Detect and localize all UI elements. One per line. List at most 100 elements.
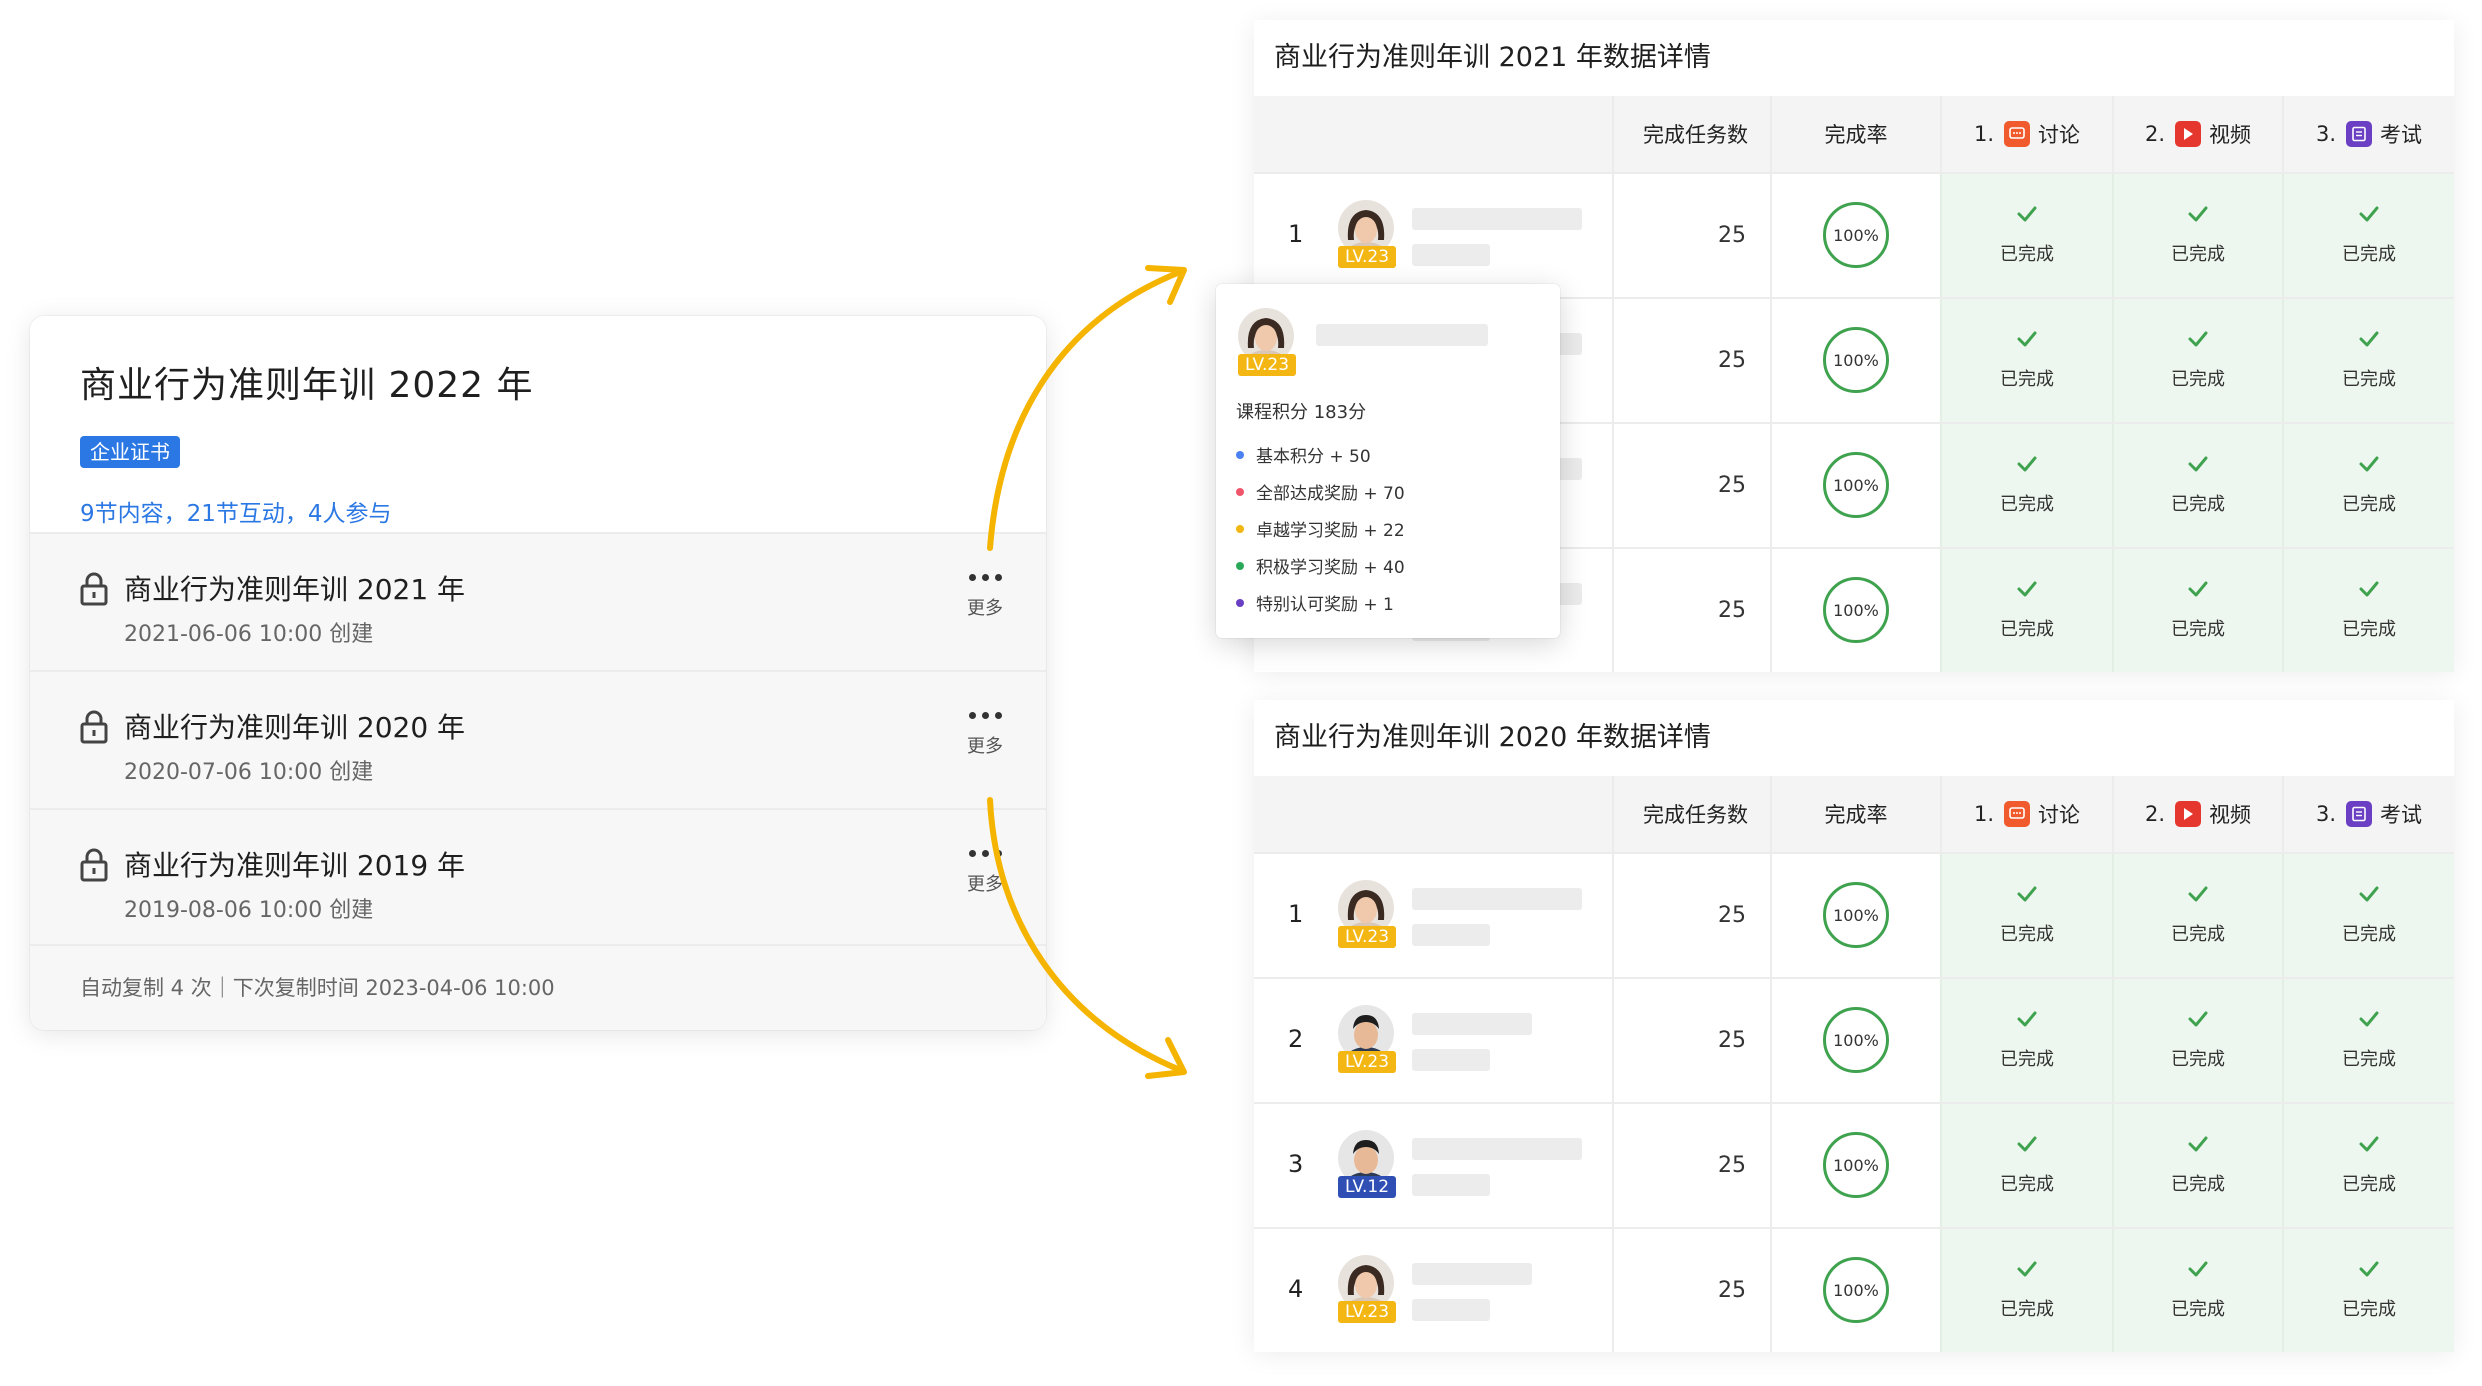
- discussion-icon: [2004, 121, 2031, 147]
- rate-cell: 100%: [1770, 299, 1940, 422]
- rate-cell: 100%: [1770, 1229, 1940, 1352]
- dot-icon: [1236, 487, 1244, 496]
- score-item: 特别认可奖励 + 1: [1236, 584, 1405, 621]
- version-title[interactable]: 商业行为准则年训 2021 年: [124, 568, 465, 608]
- table-row[interactable]: 1 LV.23 25 100% 已完成 已完成 已完成: [1254, 172, 2454, 297]
- exam-status: 已完成: [2282, 549, 2454, 672]
- dot-icon: [1236, 598, 1244, 607]
- check-icon: [2017, 1136, 2037, 1152]
- video-status: 已完成: [2112, 549, 2282, 672]
- tasks-cell: 25: [1612, 979, 1770, 1102]
- video-icon: [2175, 801, 2202, 827]
- more-button[interactable]: 更多: [960, 708, 1010, 758]
- level-badge: LV.23: [1338, 1301, 1396, 1323]
- rank: 4: [1288, 1275, 1304, 1303]
- dot-icon: [1236, 524, 1244, 533]
- auto-copy-footer: 自动复制 4 次｜下次复制时间 2023-04-06 10:00: [30, 944, 1046, 1030]
- tasks-cell: 25: [1612, 299, 1770, 422]
- version-title[interactable]: 商业行为准则年训 2019 年: [124, 844, 465, 884]
- table-row[interactable]: 2 LV.23 25 100% 已完成 已完成 已完成: [1254, 977, 2454, 1102]
- score-item-label: 全部达成奖励 + 70: [1256, 484, 1405, 504]
- arrowhead-top: [1145, 265, 1187, 305]
- dot-icon: [1236, 450, 1244, 459]
- tasks-cell: 25: [1612, 549, 1770, 672]
- more-label: 更多: [967, 736, 1003, 757]
- col-exam[interactable]: 3. 考试: [2282, 96, 2454, 172]
- check-icon: [2188, 1011, 2208, 1027]
- version-item-2019[interactable]: 商业行为准则年训 2019 年 2019-08-06 10:00 创建 更多: [30, 808, 1046, 946]
- tasks-cell: 25: [1612, 174, 1770, 297]
- version-created: 2019-08-06 10:00 创建: [124, 898, 374, 923]
- progress-ring: 100%: [1823, 202, 1889, 268]
- check-icon: [2359, 1261, 2379, 1277]
- table-row[interactable]: 1 LV.23 25 100% 已完成 已完成 已完成: [1254, 852, 2454, 977]
- table-header: 完成任务数 完成率 1. 讨论 2. 视频 3. 考试: [1254, 776, 2454, 852]
- data-table: 完成任务数 完成率 1. 讨论 2. 视频 3. 考试 1 LV.23 25 100% 已完成 已完成 已完…: [1254, 776, 2454, 1352]
- version-title[interactable]: 商业行为准则年训 2020 年: [124, 706, 465, 746]
- check-icon: [2188, 1261, 2208, 1277]
- progress-ring: 100%: [1823, 577, 1889, 643]
- rate-cell: 100%: [1770, 1104, 1940, 1227]
- course-score: 课程积分 183分: [1236, 402, 1367, 423]
- rank: 1: [1288, 220, 1304, 248]
- rank: 3: [1288, 1150, 1304, 1178]
- table-row[interactable]: 4 LV.23 25 100% 已完成 已完成 已完成: [1254, 1227, 2454, 1352]
- more-label: 更多: [967, 598, 1003, 619]
- col-video[interactable]: 2. 视频: [2112, 96, 2282, 172]
- col-rate[interactable]: 完成率: [1770, 96, 1940, 172]
- col-discussion[interactable]: 1. 讨论: [1940, 776, 2112, 852]
- more-icon: [960, 708, 1010, 722]
- course-title: 商业行为准则年训 2022 年: [80, 365, 534, 406]
- user-cell[interactable]: 4 LV.23: [1254, 1229, 1612, 1352]
- discussion-status: 已完成: [1940, 854, 2112, 977]
- user-cell[interactable]: 2 LV.23: [1254, 979, 1612, 1102]
- score-item: 积极学习奖励 + 40: [1236, 547, 1405, 584]
- dept-placeholder: [1412, 1174, 1490, 1196]
- rate-cell: 100%: [1770, 854, 1940, 977]
- table-header: 完成任务数 完成率 1. 讨论 2. 视频 3. 考试: [1254, 96, 2454, 172]
- video-status: 已完成: [2112, 424, 2282, 547]
- name-placeholder: [1316, 324, 1488, 346]
- more-label: 更多: [967, 874, 1003, 895]
- level-badge: LV.23: [1338, 926, 1396, 948]
- user-cell[interactable]: 3 LV.12: [1254, 1104, 1612, 1227]
- exam-status: 已完成: [2282, 854, 2454, 977]
- progress-ring: 100%: [1823, 1007, 1889, 1073]
- col-discussion[interactable]: 1. 讨论: [1940, 96, 2112, 172]
- version-item-2020[interactable]: 商业行为准则年训 2020 年 2020-07-06 10:00 创建 更多: [30, 670, 1046, 808]
- col-tasks[interactable]: 完成任务数: [1612, 776, 1770, 852]
- panel-title: 商业行为准则年训 2021 年数据详情: [1274, 42, 1711, 73]
- version-item-2021[interactable]: 商业行为准则年训 2021 年 2021-06-06 10:00 创建 更多: [30, 532, 1046, 670]
- discussion-status: 已完成: [1940, 174, 2112, 297]
- exam-status: 已完成: [2282, 1104, 2454, 1227]
- progress-ring: 100%: [1823, 1132, 1889, 1198]
- video-icon: [2175, 121, 2202, 147]
- video-status: 已完成: [2112, 854, 2282, 977]
- check-icon: [2359, 886, 2379, 902]
- course-stats: 9节内容，21节互动，4人参与: [80, 501, 392, 527]
- more-button[interactable]: 更多: [960, 846, 1010, 896]
- discussion-icon: [2004, 801, 2031, 827]
- exam-status: 已完成: [2282, 299, 2454, 422]
- check-icon: [2188, 456, 2208, 472]
- check-icon: [2188, 886, 2208, 902]
- progress-ring: 100%: [1823, 1257, 1889, 1323]
- score-item-label: 基本积分 + 50: [1256, 447, 1371, 467]
- lock-icon: [80, 572, 108, 606]
- col-video[interactable]: 2. 视频: [2112, 776, 2282, 852]
- user-cell[interactable]: 1 LV.23: [1254, 174, 1612, 297]
- score-item-label: 积极学习奖励 + 40: [1256, 558, 1405, 578]
- table-row[interactable]: 3 LV.12 25 100% 已完成 已完成 已完成: [1254, 1102, 2454, 1227]
- video-status: 已完成: [2112, 979, 2282, 1102]
- rank: 1: [1288, 900, 1304, 928]
- col-tasks[interactable]: 完成任务数: [1612, 96, 1770, 172]
- exam-status: 已完成: [2282, 1229, 2454, 1352]
- name-placeholder: [1412, 1138, 1582, 1160]
- tasks-cell: 25: [1612, 1104, 1770, 1227]
- more-button[interactable]: 更多: [960, 570, 1010, 620]
- rate-cell: 100%: [1770, 549, 1940, 672]
- score-item: 卓越学习奖励 + 22: [1236, 510, 1405, 547]
- user-cell[interactable]: 1 LV.23: [1254, 854, 1612, 977]
- col-rate[interactable]: 完成率: [1770, 776, 1940, 852]
- col-exam[interactable]: 3. 考试: [2282, 776, 2454, 852]
